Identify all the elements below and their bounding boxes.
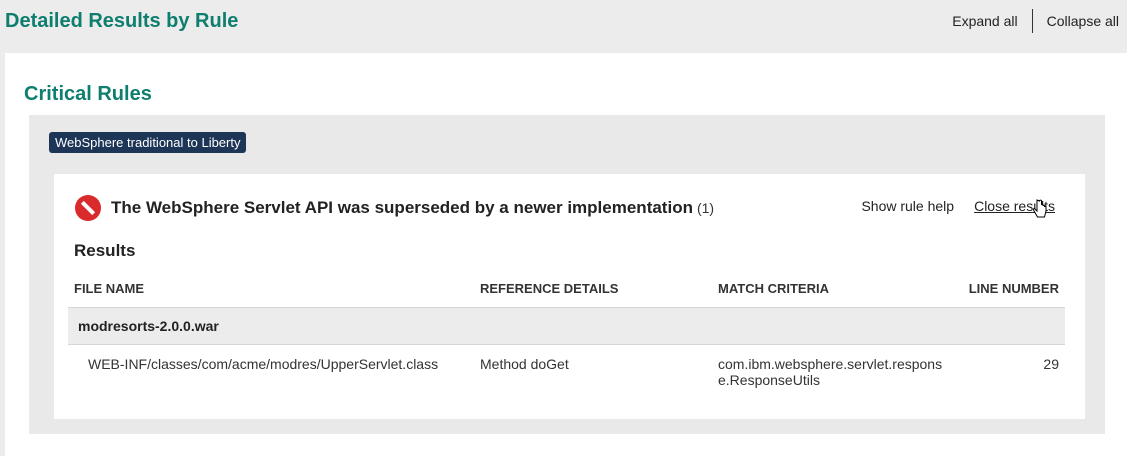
results-container: Critical Rules WebSphere traditional to …	[5, 53, 1127, 456]
error-icon	[75, 195, 101, 221]
column-header-reference-details: REFERENCE DETAILS	[474, 272, 712, 308]
column-header-match-criteria: MATCH CRITERIA	[712, 272, 952, 308]
close-results-link[interactable]: Close results	[974, 198, 1055, 214]
line-number-cell: 29	[1043, 356, 1059, 372]
table-group-row[interactable]: modresorts-2.0.0.war	[68, 307, 1065, 345]
reference-details-cell: Method doGet	[480, 356, 569, 372]
rule-title-text: The WebSphere Servlet API was superseded…	[111, 198, 693, 217]
match-criteria-cell: com.ibm.websphere.servlet.response.Respo…	[718, 356, 943, 388]
divider	[1031, 9, 1033, 33]
table-header-row: FILE NAME REFERENCE DETAILS MATCH CRITER…	[68, 272, 1065, 308]
rule-group-panel: WebSphere traditional to Liberty The Web…	[29, 115, 1105, 434]
page-title: Detailed Results by Rule	[5, 10, 239, 32]
rule-count: (1)	[696, 200, 715, 216]
file-name-cell: WEB-INF/classes/com/acme/modres/UpperSer…	[88, 356, 439, 372]
page-header: Detailed Results by Rule Expand all Coll…	[0, 0, 1127, 52]
group-label: modresorts-2.0.0.war	[68, 307, 1065, 345]
expand-all-link[interactable]: Expand all	[952, 13, 1017, 29]
column-header-line-number: LINE NUMBER	[952, 272, 1065, 308]
section-title: Critical Rules	[24, 83, 152, 105]
results-table: FILE NAME REFERENCE DETAILS MATCH CRITER…	[68, 272, 1065, 394]
rule-actions: Show rule help Close results	[861, 198, 1055, 214]
collapse-all-link[interactable]: Collapse all	[1047, 13, 1119, 29]
results-heading: Results	[74, 241, 136, 260]
table-row: WEB-INF/classes/com/acme/modres/UpperSer…	[68, 345, 1065, 395]
header-actions: Expand all Collapse all	[952, 9, 1119, 33]
rule-title[interactable]: The WebSphere Servlet API was superseded…	[111, 198, 714, 218]
rule-card: The WebSphere Servlet API was superseded…	[54, 174, 1085, 419]
show-rule-help-link[interactable]: Show rule help	[861, 198, 954, 214]
column-header-file-name: FILE NAME	[68, 272, 474, 308]
migration-tag: WebSphere traditional to Liberty	[49, 132, 247, 153]
